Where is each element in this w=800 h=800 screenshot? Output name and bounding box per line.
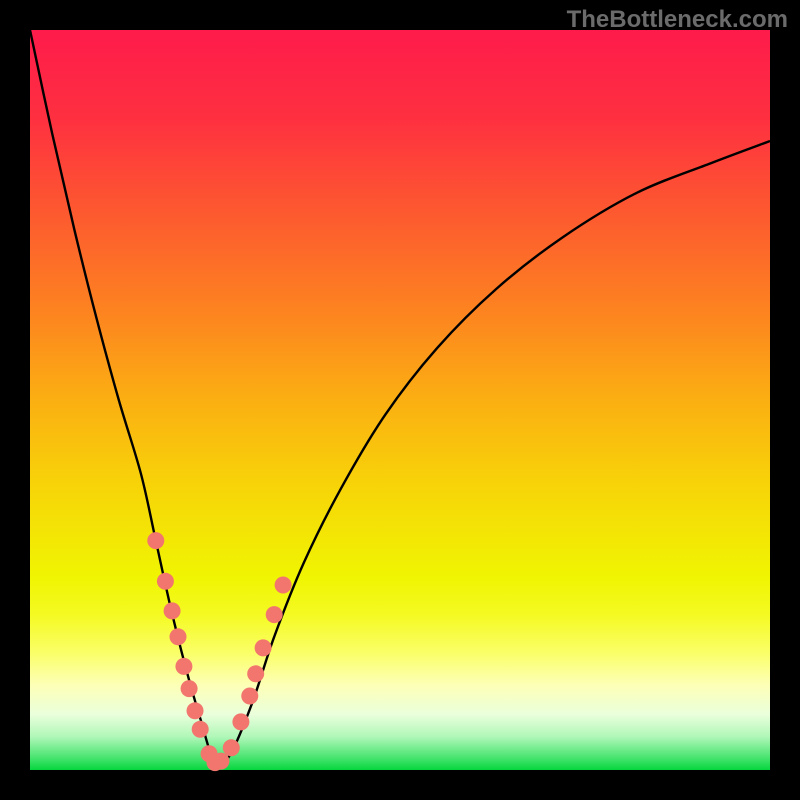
data-marker: [157, 573, 174, 590]
plot-area: [30, 30, 770, 770]
data-marker: [175, 658, 192, 675]
data-marker: [212, 753, 229, 770]
data-marker: [255, 639, 272, 656]
data-markers: [147, 532, 291, 771]
data-marker: [223, 739, 240, 756]
data-marker: [232, 713, 249, 730]
data-marker: [147, 532, 164, 549]
bottleneck-curve: [30, 30, 770, 766]
chart-frame: TheBottleneck.com: [0, 0, 800, 800]
data-marker: [275, 577, 292, 594]
data-marker: [241, 688, 258, 705]
data-marker: [192, 721, 209, 738]
data-marker: [266, 606, 283, 623]
data-marker: [247, 665, 264, 682]
watermark-text: TheBottleneck.com: [567, 6, 788, 34]
data-marker: [181, 680, 198, 697]
data-marker: [164, 602, 181, 619]
data-marker: [170, 628, 187, 645]
data-marker: [187, 702, 204, 719]
chart-svg: [30, 30, 770, 770]
